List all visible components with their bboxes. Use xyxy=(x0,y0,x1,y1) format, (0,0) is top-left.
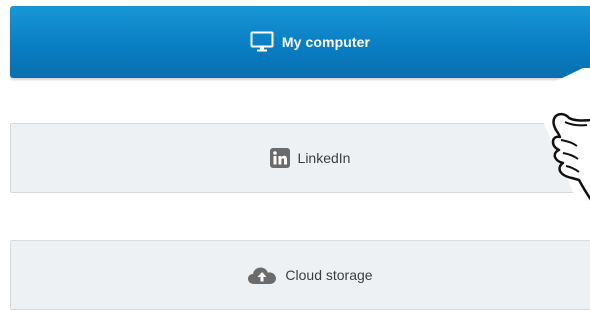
my-computer-label: My computer xyxy=(281,34,371,50)
linkedin-label: LinkedIn xyxy=(297,150,351,166)
upload-source-picker: My computer LinkedIn Cloud storage xyxy=(0,0,590,311)
cloud-storage-label: Cloud storage xyxy=(285,267,373,283)
linkedin-icon xyxy=(269,148,290,168)
cloud-storage-button[interactable]: Cloud storage xyxy=(10,240,590,310)
monitor-icon xyxy=(250,31,274,53)
my-computer-button[interactable]: My computer xyxy=(10,6,590,78)
cloud-upload-icon xyxy=(247,265,277,285)
linkedin-button[interactable]: LinkedIn xyxy=(10,123,590,193)
